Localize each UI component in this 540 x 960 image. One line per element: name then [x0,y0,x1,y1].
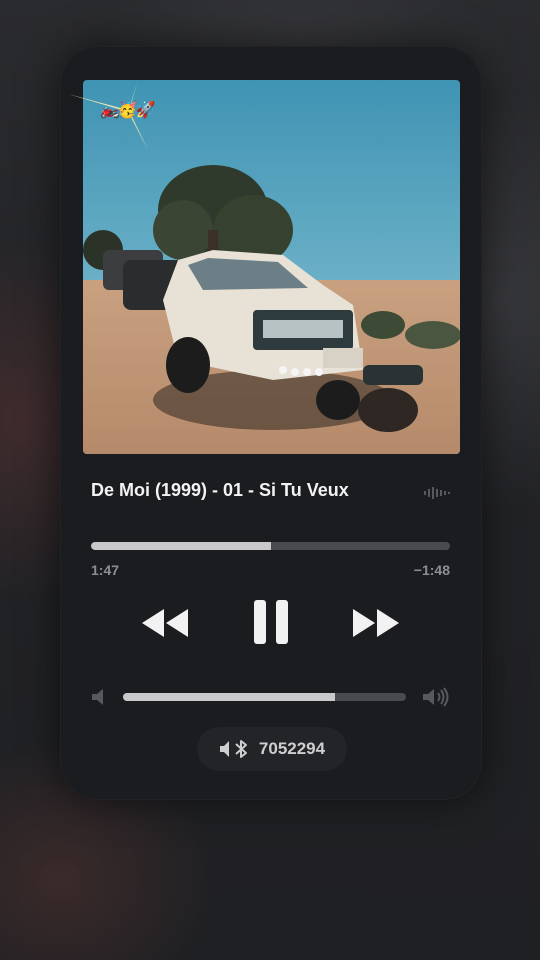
progress-fill [91,542,271,550]
speaker-bluetooth-icon [219,740,247,758]
track-title[interactable]: De Moi (1999) - 01 - Si Tu Veux [91,480,421,501]
volume-fill [123,693,336,701]
audio-waveform-icon[interactable] [423,484,451,502]
elapsed-time: 1:47 [91,562,120,578]
fast-forward-icon[interactable] [351,605,401,641]
pause-icon[interactable] [252,598,290,646]
volume-low-icon [92,689,103,705]
rewind-icon[interactable] [140,605,190,641]
album-artwork[interactable] [83,80,460,454]
playback-progress-slider[interactable] [91,542,450,550]
output-device-label: 7052294 [258,739,326,758]
volume-high-icon [423,687,449,707]
volume-slider[interactable] [123,693,406,701]
album-artwork-image [83,80,460,454]
output-device-button[interactable]: 7052294 [197,727,347,771]
remaining-time: −1:48 [413,562,450,578]
emoji-stickers: 🏍️🥳🚀 [100,102,156,119]
